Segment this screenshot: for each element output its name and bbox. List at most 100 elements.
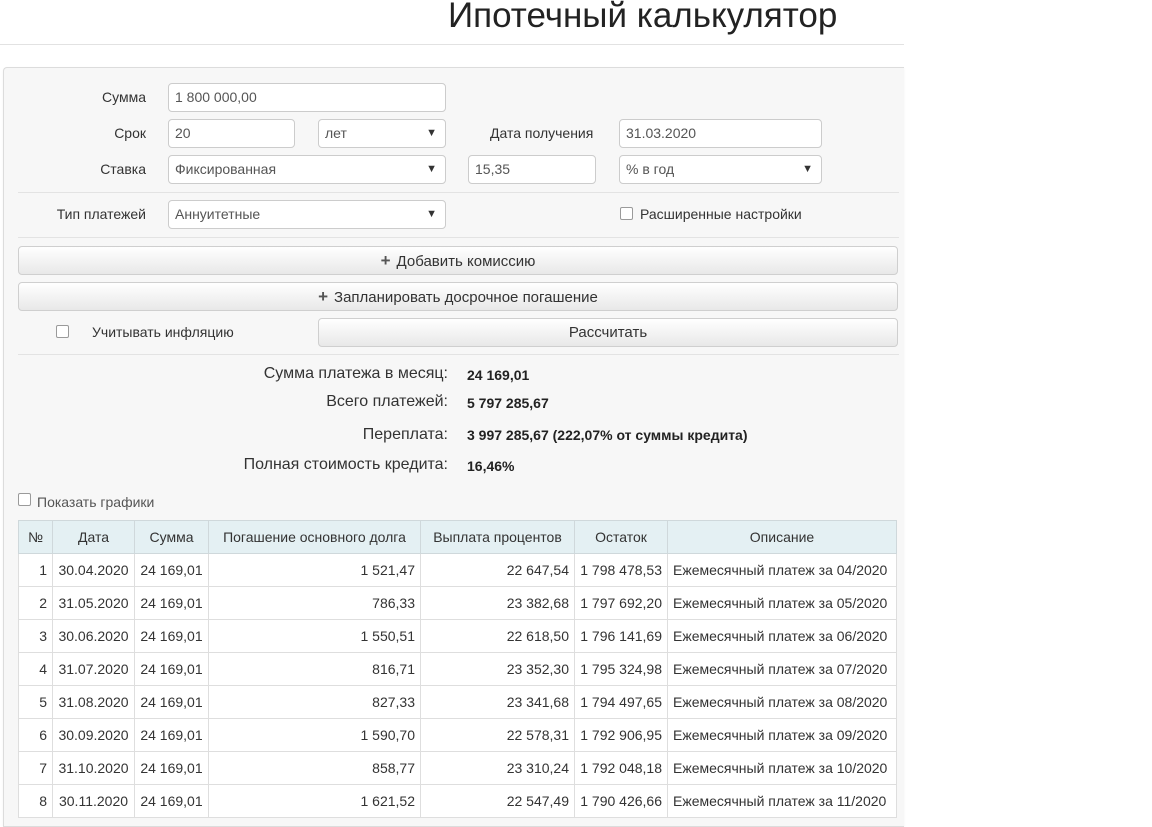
cell-principal: 1 521,47 xyxy=(208,553,421,587)
column-header-description: Описание xyxy=(667,520,897,554)
table-row: 7 31.10.2020 24 169,01 858,77 23 310,24 1 792… xyxy=(18,751,897,785)
column-header-number: № xyxy=(18,520,53,554)
cell-amount: 24 169,01 xyxy=(134,553,209,587)
cell-balance: 1 792 906,95 xyxy=(574,718,668,752)
cell-amount: 24 169,01 xyxy=(134,652,209,686)
amount-input[interactable]: 1 800 000,00 xyxy=(168,83,446,112)
rate-type-select[interactable]: Фиксированная ▼ xyxy=(168,155,446,184)
payment-schedule-table: № Дата Сумма Погашение основного долга В… xyxy=(18,520,897,818)
cell-principal: 816,71 xyxy=(208,652,421,686)
cell-balance: 1 798 478,53 xyxy=(574,553,668,587)
table-row: 4 31.07.2020 24 169,01 816,71 23 352,30 1 795… xyxy=(18,652,897,686)
page-title: Ипотечный калькулятор xyxy=(448,0,838,35)
term-input[interactable]: 20 xyxy=(168,119,295,148)
cell-principal: 1 621,52 xyxy=(208,784,421,818)
cell-date: 30.09.2020 xyxy=(52,718,135,752)
column-header-principal: Погашение основного долга xyxy=(208,520,421,554)
caret-down-icon: ▼ xyxy=(802,163,813,175)
cell-date: 31.10.2020 xyxy=(52,751,135,785)
add-commission-button[interactable]: + Добавить комиссию xyxy=(18,246,898,275)
payment-type-value: Аннуитетные xyxy=(175,206,261,222)
calculate-button[interactable]: Рассчитать xyxy=(318,318,898,347)
cell-number: 5 xyxy=(18,685,53,719)
add-commission-label: Добавить комиссию xyxy=(396,253,536,270)
cell-interest: 22 578,31 xyxy=(420,718,575,752)
column-header-date: Дата xyxy=(52,520,135,554)
cell-interest: 23 341,68 xyxy=(420,685,575,719)
show-charts-checkbox[interactable] xyxy=(18,493,31,506)
title-divider xyxy=(0,44,904,45)
cell-number: 3 xyxy=(18,619,53,653)
column-header-balance: Остаток xyxy=(574,520,668,554)
total-payments-label: Всего платежей: xyxy=(326,393,448,410)
advanced-settings-checkbox[interactable] xyxy=(620,207,633,220)
advanced-settings-label: Расширенные настройки xyxy=(640,206,802,222)
cell-number: 1 xyxy=(18,553,53,587)
cell-date: 31.08.2020 xyxy=(52,685,135,719)
plan-early-repayment-label: Запланировать досрочное погашение xyxy=(334,289,598,306)
table-header-row: № Дата Сумма Погашение основного долга В… xyxy=(18,520,897,554)
cell-principal: 1 550,51 xyxy=(208,619,421,653)
table-row: 8 30.11.2020 24 169,01 1 621,52 22 547,49 1 7… xyxy=(18,784,897,818)
overpayment-label: Переплата: xyxy=(362,426,448,443)
plan-early-repayment-button[interactable]: + Запланировать досрочное погашение xyxy=(18,282,898,311)
cell-date: 31.07.2020 xyxy=(52,652,135,686)
cell-principal: 1 590,70 xyxy=(208,718,421,752)
cell-description: Ежемесячный платеж за 05/2020 xyxy=(667,586,897,620)
divider xyxy=(18,237,899,238)
cell-amount: 24 169,01 xyxy=(134,784,209,818)
cell-date: 30.06.2020 xyxy=(52,619,135,653)
divider xyxy=(18,354,899,355)
term-label: Срок xyxy=(114,125,146,141)
rate-type-value: Фиксированная xyxy=(175,161,277,177)
payment-type-select[interactable]: Аннуитетные ▼ xyxy=(168,200,446,229)
term-unit-value: лет xyxy=(325,125,347,141)
cell-description: Ежемесячный платеж за 06/2020 xyxy=(667,619,897,653)
cell-amount: 24 169,01 xyxy=(134,586,209,620)
cell-description: Ежемесячный платеж за 04/2020 xyxy=(667,553,897,587)
show-charts-label: Показать графики xyxy=(37,494,155,510)
cell-interest: 23 382,68 xyxy=(420,586,575,620)
cell-amount: 24 169,01 xyxy=(134,685,209,719)
cell-balance: 1 796 141,69 xyxy=(574,619,668,653)
full-cost-value: 16,46% xyxy=(467,458,515,474)
caret-down-icon: ▼ xyxy=(426,208,437,220)
calculator-panel: Сумма 1 800 000,00 Срок 20 лет ▼ Дата по… xyxy=(3,67,904,827)
cell-date: 31.05.2020 xyxy=(52,586,135,620)
cell-interest: 22 647,54 xyxy=(420,553,575,587)
cell-number: 4 xyxy=(18,652,53,686)
cell-interest: 22 547,49 xyxy=(420,784,575,818)
table-row: 1 30.04.2020 24 169,01 1 521,47 22 647,54 1 7… xyxy=(18,553,897,587)
plus-icon: + xyxy=(318,287,329,306)
table-row: 3 30.06.2020 24 169,01 1 550,51 22 618,50 1 7… xyxy=(18,619,897,653)
divider xyxy=(18,192,899,193)
payment-type-label: Тип платежей xyxy=(56,206,146,222)
full-cost-label: Полная стоимость кредита: xyxy=(243,456,448,473)
cell-balance: 1 794 497,65 xyxy=(574,685,668,719)
cell-principal: 786,33 xyxy=(208,586,421,620)
table-row: 2 31.05.2020 24 169,01 786,33 23 382,68 1 797… xyxy=(18,586,897,620)
cell-number: 8 xyxy=(18,784,53,818)
cell-balance: 1 790 426,66 xyxy=(574,784,668,818)
inflation-checkbox[interactable] xyxy=(56,325,69,338)
cell-description: Ежемесячный платеж за 11/2020 xyxy=(667,784,897,818)
column-header-interest: Выплата процентов xyxy=(420,520,575,554)
caret-down-icon: ▼ xyxy=(426,127,437,139)
term-unit-select[interactable]: лет ▼ xyxy=(318,119,446,148)
cell-balance: 1 792 048,18 xyxy=(574,751,668,785)
rate-unit-value: % в год xyxy=(626,161,675,177)
cell-date: 30.04.2020 xyxy=(52,553,135,587)
cell-balance: 1 795 324,98 xyxy=(574,652,668,686)
date-input[interactable]: 31.03.2020 xyxy=(619,119,822,148)
rate-input[interactable]: 15,35 xyxy=(468,155,596,184)
monthly-payment-label: Сумма платежа в месяц: xyxy=(263,365,448,382)
date-label: Дата получения xyxy=(490,125,594,141)
monthly-payment-value: 24 169,01 xyxy=(467,367,530,383)
column-header-amount: Сумма xyxy=(134,520,209,554)
table-row: 6 30.09.2020 24 169,01 1 590,70 22 578,31 1 7… xyxy=(18,718,897,752)
cell-number: 2 xyxy=(18,586,53,620)
cell-description: Ежемесячный платеж за 08/2020 xyxy=(667,685,897,719)
cell-interest: 23 352,30 xyxy=(420,652,575,686)
rate-unit-select[interactable]: % в год ▼ xyxy=(619,155,822,184)
cell-description: Ежемесячный платеж за 07/2020 xyxy=(667,652,897,686)
